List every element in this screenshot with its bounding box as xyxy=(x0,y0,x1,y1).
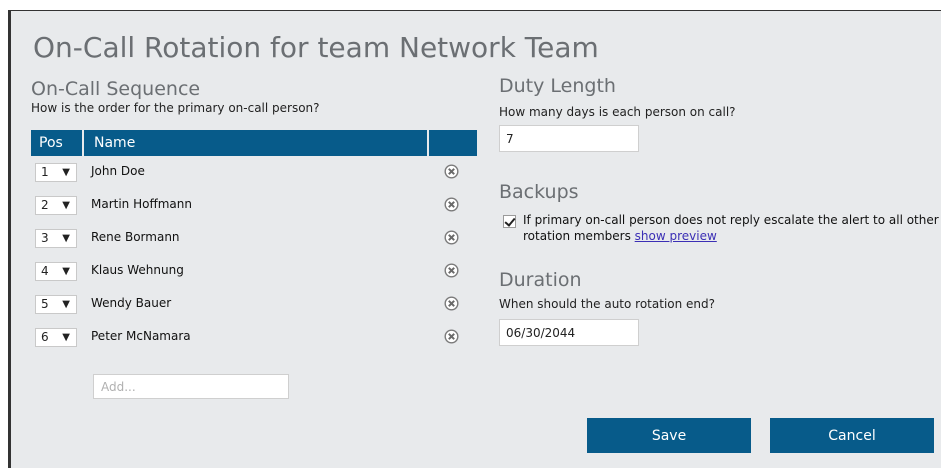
duty-description: How many days is each person on call? xyxy=(499,105,736,119)
remove-icon[interactable] xyxy=(444,197,459,212)
position-select[interactable]: 3 ▼ xyxy=(35,229,77,248)
name-column-header: Name xyxy=(84,130,429,156)
table-row: 4 ▼ Klaus Wehnung xyxy=(31,255,477,288)
remove-column-header xyxy=(429,130,477,156)
dropdown-arrow-icon: ▼ xyxy=(62,299,70,310)
sequence-table: Pos Name 1 ▼ John Doe 2 ▼ Martin Hoffmann … xyxy=(31,130,477,354)
remove-icon[interactable] xyxy=(444,263,459,278)
dropdown-arrow-icon: ▼ xyxy=(62,167,70,178)
position-select[interactable]: 1 ▼ xyxy=(35,163,77,182)
member-name: Martin Hoffmann xyxy=(91,197,192,211)
save-button[interactable]: Save xyxy=(587,418,751,453)
table-row: 3 ▼ Rene Bormann xyxy=(31,222,477,255)
page-title: On-Call Rotation for team Network Team xyxy=(33,31,599,64)
cancel-button[interactable]: Cancel xyxy=(770,418,934,453)
remove-icon[interactable] xyxy=(444,329,459,344)
position-select[interactable]: 6 ▼ xyxy=(35,328,77,347)
member-name: Klaus Wehnung xyxy=(91,263,184,277)
table-row: 1 ▼ John Doe xyxy=(31,156,477,189)
remove-icon[interactable] xyxy=(444,164,459,179)
position-select[interactable]: 4 ▼ xyxy=(35,262,77,281)
member-name: Peter McNamara xyxy=(91,329,191,343)
dropdown-arrow-icon: ▼ xyxy=(62,332,70,343)
table-row: 5 ▼ Wendy Bauer xyxy=(31,288,477,321)
dropdown-arrow-icon: ▼ xyxy=(62,266,70,277)
duration-heading: Duration xyxy=(499,269,582,291)
position-select[interactable]: 5 ▼ xyxy=(35,295,77,314)
dropdown-arrow-icon: ▼ xyxy=(62,233,70,244)
table-row: 6 ▼ Peter McNamara xyxy=(31,321,477,354)
rotation-dialog: On-Call Rotation for team Network Team O… xyxy=(8,10,941,468)
remove-icon[interactable] xyxy=(444,230,459,245)
duration-description: When should the auto rotation end? xyxy=(499,297,716,311)
add-member-input[interactable] xyxy=(93,374,289,399)
member-name: John Doe xyxy=(91,164,145,178)
sequence-heading: On-Call Sequence xyxy=(31,78,201,100)
backup-checkbox[interactable] xyxy=(503,215,516,228)
dropdown-arrow-icon: ▼ xyxy=(62,200,70,211)
show-preview-link[interactable]: show preview xyxy=(635,229,717,243)
duty-length-input[interactable] xyxy=(499,125,639,152)
member-name: Wendy Bauer xyxy=(91,296,172,310)
table-header: Pos Name xyxy=(31,130,477,156)
table-row: 2 ▼ Martin Hoffmann xyxy=(31,189,477,222)
backup-description: If primary on-call person does not reply… xyxy=(523,213,939,243)
member-name: Rene Bormann xyxy=(91,230,180,244)
end-date-input[interactable] xyxy=(499,319,639,346)
backups-heading: Backups xyxy=(499,181,579,203)
pos-column-header: Pos xyxy=(31,130,84,156)
position-select[interactable]: 2 ▼ xyxy=(35,196,77,215)
remove-icon[interactable] xyxy=(444,296,459,311)
sequence-description: How is the order for the primary on-call… xyxy=(31,101,320,115)
duty-heading: Duty Length xyxy=(499,75,616,97)
